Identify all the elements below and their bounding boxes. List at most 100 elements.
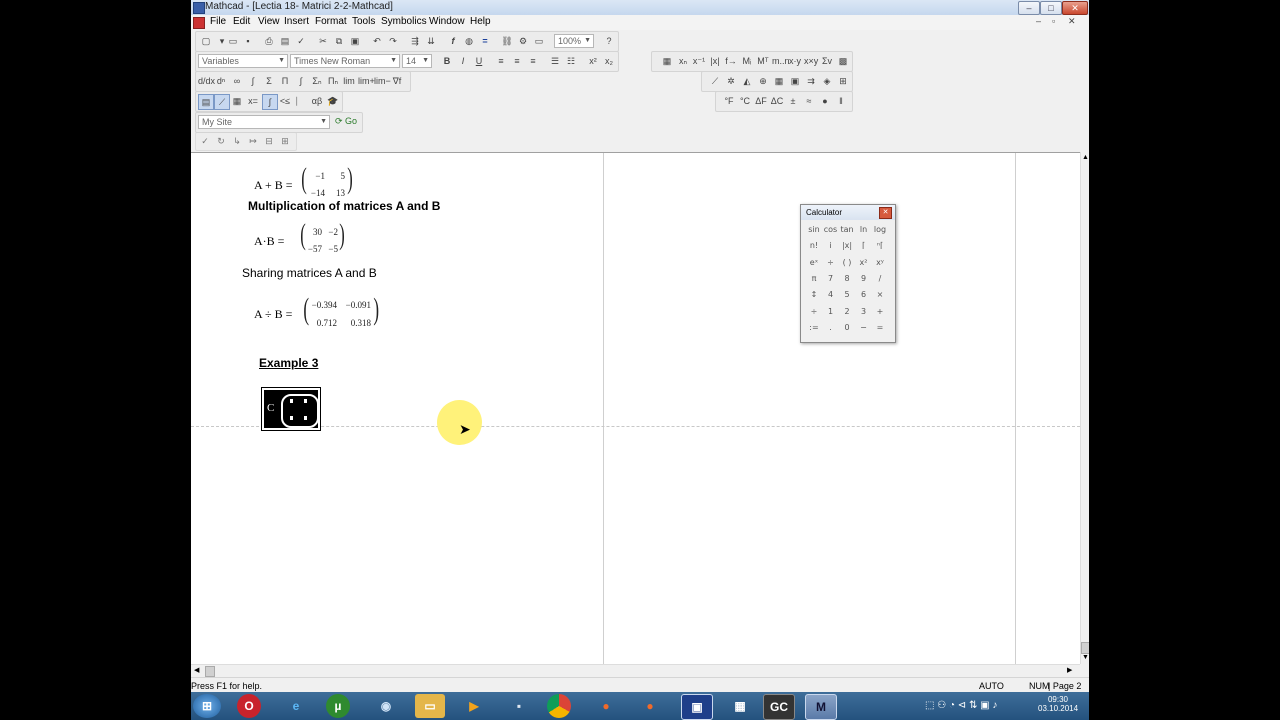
graph-toolbar-icon[interactable]: ⟋ [214,94,230,110]
quickplot-icon[interactable]: ⊞ [836,74,850,88]
watch-icon[interactable]: ⊞ [278,134,292,148]
plus-minus-icon[interactable]: ± [786,94,800,108]
menu-symbolics[interactable]: Symbolics [381,16,427,27]
spell-check-icon[interactable]: ✓ [294,34,308,48]
bold-icon[interactable]: B [440,54,454,68]
calculator-key[interactable]: := [806,321,822,335]
italic-icon[interactable]: I [456,54,470,68]
utorrent-icon[interactable]: µ [326,694,350,718]
resource-center-icon[interactable]: ▭ [532,34,546,48]
doc-minimize-icon[interactable]: – [1036,16,1041,26]
infinity-icon[interactable]: ∞ [230,74,244,88]
underline-icon[interactable]: U [472,54,486,68]
vectorize-icon[interactable]: f→ [724,54,738,68]
calculator-key[interactable]: x² [856,256,872,270]
menu-insert[interactable]: Insert [284,16,309,27]
menu-window[interactable]: Window [429,16,465,27]
limit-left-icon[interactable]: lim− [374,74,391,88]
calculator-key[interactable]: ln [856,223,872,237]
clock[interactable]: 09:30 03.10.2014 [1038,695,1078,713]
calculator-key[interactable]: 2 [839,305,855,319]
scroll-thumb[interactable] [1081,642,1089,654]
help-icon[interactable]: ? [602,34,616,48]
superscript-icon[interactable]: x₂ [602,54,616,68]
xy-plot-icon[interactable]: ⟋ [708,74,722,88]
save-disk-icon[interactable]: ▪ [504,694,534,718]
scroll-left-icon[interactable]: ◀ [194,666,199,674]
style-select[interactable]: Variables ▼ [198,54,288,68]
calculator-key[interactable]: n! [806,239,822,253]
calculator-key[interactable]: ÷ [823,256,839,270]
calculator-key[interactable]: 6 [856,288,872,302]
insert-hyperlink-icon[interactable]: ⛓ [500,34,514,48]
limit-icon[interactable]: lim [342,74,356,88]
paste-icon[interactable]: ▣ [348,34,362,48]
undo-icon[interactable]: ↶ [370,34,384,48]
copy-icon[interactable]: ⧉ [332,34,346,48]
maximize-button[interactable]: □ [1040,1,1062,15]
3d-bar-icon[interactable]: ▦ [772,74,786,88]
open-icon[interactable]: ▭ [226,34,240,48]
matrix-toolbar-icon[interactable]: ▦ [230,94,244,108]
calculator-key[interactable]: 7 [823,272,839,286]
calculator-key[interactable]: cos [823,223,839,237]
desktop-app-icon[interactable]: ▣ [681,694,713,720]
cut-icon[interactable]: ✂ [316,34,330,48]
calculator-key[interactable]: + [872,305,888,319]
start-button-icon[interactable]: ⊞ [193,694,221,718]
tray-icons[interactable]: ⬚ ⚇ ◔ ⊲ ⇅ ▣ ♪ [925,700,997,711]
opera-icon[interactable]: O [237,694,261,718]
product-icon[interactable]: Π [278,74,292,88]
placeholder-cell[interactable] [304,399,307,403]
calculator-key[interactable]: ⁿ⌈ [872,239,888,253]
calculator-key[interactable]: eˣ [806,256,822,270]
subscript-index-icon[interactable]: xₙ [676,54,690,68]
boolean-toolbar-icon[interactable]: <≤ [278,94,292,108]
scroll-down-icon[interactable]: ▼ [1082,654,1089,661]
subscript-icon[interactable]: x² [586,54,600,68]
indefinite-integral-icon[interactable]: ∫ [294,74,308,88]
placeholder-matrix[interactable] [281,394,319,428]
apps-grid-icon[interactable]: ▦ [725,694,755,718]
toggle-debug-icon[interactable]: ✓ [198,134,212,148]
font-size-select[interactable]: 14 ▼ [402,54,432,68]
delta-fahrenheit-icon[interactable]: ΔF [754,94,768,108]
close-window-button[interactable]: ✕ [1062,1,1088,15]
summation-icon[interactable]: Σ [262,74,276,88]
menu-view[interactable]: View [258,16,280,27]
vector-sum-icon[interactable]: Σv [820,54,834,68]
menu-file[interactable]: File [210,16,226,27]
calculator-key[interactable]: π [806,272,822,286]
definite-integral-icon[interactable]: ∫ [246,74,260,88]
chrome-icon[interactable] [547,694,571,718]
mathcad-app-icon[interactable] [193,2,205,14]
scroll-right-icon[interactable]: ▶ [1067,666,1072,674]
align-across-icon[interactable]: ⇶ [408,34,422,48]
calculator-key[interactable]: 4 [823,288,839,302]
worksheet[interactable]: A + B = ( −1 5 −14 13 ) Multiplication o… [191,152,1080,665]
calculator-key[interactable]: log [872,223,888,237]
step-over-icon[interactable]: ↳ [230,134,244,148]
evaluation-toolbar-icon[interactable]: x= [246,94,260,108]
placeholder-cell[interactable] [304,416,307,420]
align-right-icon[interactable]: ≡ [526,54,540,68]
calculator-key[interactable]: 9 [856,272,872,286]
3d-plot-wizard-icon[interactable]: ◈ [820,74,834,88]
calculator-key[interactable]: ⌈ [856,239,872,253]
placeholder-cell[interactable] [290,399,293,403]
calculator-close-icon[interactable]: ✕ [879,207,892,219]
greek-toolbar-icon[interactable]: αβ [310,94,324,108]
celsius-icon[interactable]: °C [738,94,752,108]
media-player-icon[interactable]: ▶ [459,694,489,718]
new-icon[interactable]: ▢ [199,34,213,48]
selected-region[interactable]: C [261,387,321,431]
hscroll-thumb[interactable] [205,666,215,677]
insert-component-icon[interactable]: ⚙ [516,34,530,48]
align-left-icon[interactable]: ≡ [494,54,508,68]
calculator-key[interactable]: ↕ [806,288,822,302]
inverse-icon[interactable]: x⁻¹ [692,54,706,68]
zoom-select[interactable]: 100% ▼ [554,34,594,48]
calculate-icon[interactable]: = [478,34,492,48]
insert-unit-icon[interactable]: ◍ [462,34,476,48]
transpose-icon[interactable]: Mᵀ [756,54,770,68]
